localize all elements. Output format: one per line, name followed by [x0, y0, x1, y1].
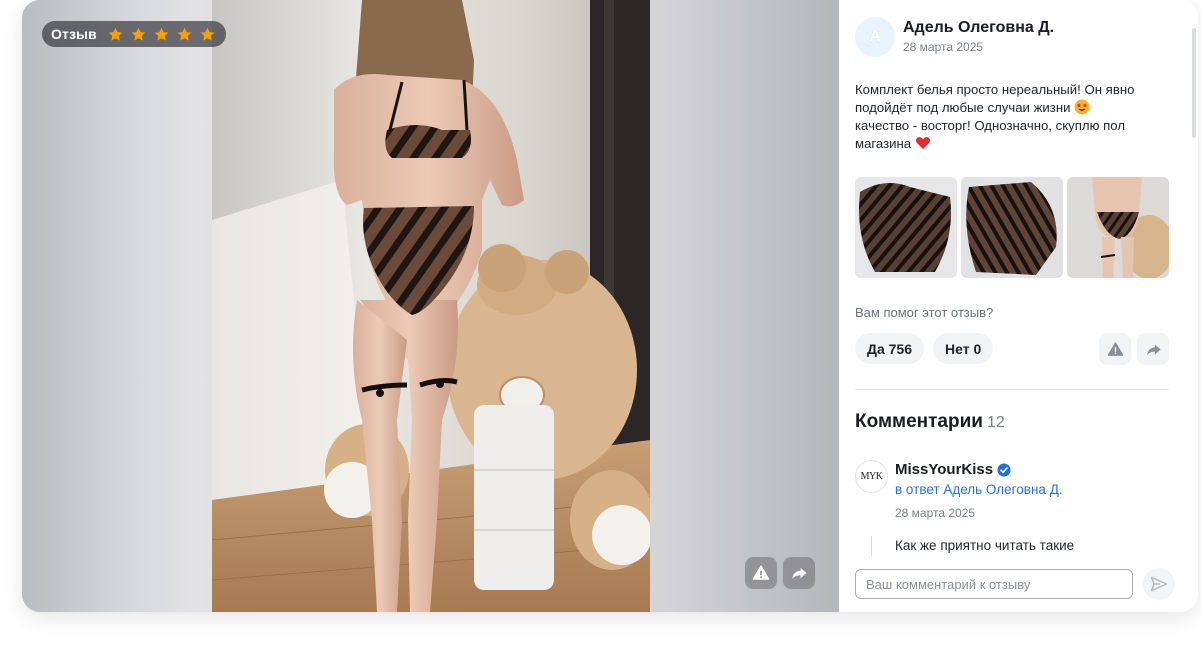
- star-icon: [154, 27, 169, 41]
- comment-input[interactable]: [856, 570, 1132, 598]
- section-divider: [855, 389, 1169, 390]
- report-review-button[interactable]: [1099, 333, 1131, 365]
- rating-label: Отзыв: [51, 26, 97, 42]
- comments-heading: Комментарии 12: [855, 411, 1005, 433]
- reply-to-link[interactable]: в ответ Адель Олеговна Д.: [895, 482, 1063, 497]
- author-avatar-initial: А: [869, 28, 881, 45]
- review-media-viewer[interactable]: Отзыв: [22, 0, 839, 612]
- send-icon: [1150, 576, 1168, 592]
- warning-icon: [1107, 341, 1123, 356]
- vote-yes-button[interactable]: Да 756: [855, 333, 925, 364]
- helpful-question: Вам помог этот отзыв?: [855, 305, 994, 320]
- review-text-line: подойдёт под любые случаи жизни: [855, 100, 1071, 115]
- photo-thumbnail[interactable]: [855, 177, 957, 278]
- commenter-avatar[interactable]: MYK: [855, 460, 888, 493]
- review-text: Комплект белья просто нереальный! Он явн…: [855, 81, 1175, 153]
- scrollbar-thumb[interactable]: [1192, 28, 1196, 138]
- comment-input-wrapper: [855, 569, 1133, 599]
- send-comment-button[interactable]: [1143, 568, 1175, 600]
- share-arrow-icon: [1146, 344, 1161, 355]
- review-text-line: качество - восторг! Однозначно, скуплю п…: [855, 118, 1126, 133]
- star-struck-emoji-icon: [1074, 99, 1090, 115]
- comment-thread-line: [871, 536, 872, 556]
- commenter-name[interactable]: MissYourKiss: [895, 461, 993, 478]
- review-text-line: магазина: [855, 136, 912, 151]
- comment-text: Как же приятно читать такие: [895, 538, 1075, 553]
- star-icon: [131, 27, 146, 41]
- review-photo[interactable]: [212, 0, 650, 612]
- review-date: 28 марта 2025: [903, 40, 984, 54]
- comments-count: 12: [986, 414, 1005, 431]
- photo-thumbnail[interactable]: [961, 177, 1063, 278]
- photo-thumbnail[interactable]: [1067, 177, 1169, 278]
- verified-badge-icon: [997, 462, 1011, 477]
- star-icon: [108, 27, 123, 41]
- red-heart-emoji-icon: [915, 137, 930, 149]
- comments-title: Комментарии: [855, 411, 983, 432]
- author-name[interactable]: Адель Олеговна Д.: [903, 19, 1054, 37]
- warning-icon: [752, 565, 770, 580]
- star-icon: [200, 27, 215, 41]
- commenter-name-row: MissYourKiss: [895, 461, 1011, 478]
- media-share-button[interactable]: [783, 557, 815, 589]
- rating-badge: Отзыв: [42, 21, 226, 47]
- star-icon: [177, 27, 192, 41]
- comment-date: 28 марта 2025: [895, 506, 976, 520]
- share-review-button[interactable]: [1137, 333, 1169, 365]
- share-arrow-icon: [792, 567, 807, 579]
- review-photo-thumbnails: [855, 177, 1169, 278]
- author-avatar: А: [855, 17, 895, 57]
- media-report-button[interactable]: [745, 557, 777, 589]
- review-text-line: Комплект белья просто нереальный! Он явн…: [855, 82, 1135, 97]
- vote-no-button[interactable]: Нет 0: [933, 333, 994, 364]
- review-side-panel: А Адель Олеговна Д. 28 марта 2025 Компле…: [839, 0, 1198, 612]
- review-card: Отзыв А Адель Олеговна Д. 28 марта 2025 …: [22, 0, 1198, 612]
